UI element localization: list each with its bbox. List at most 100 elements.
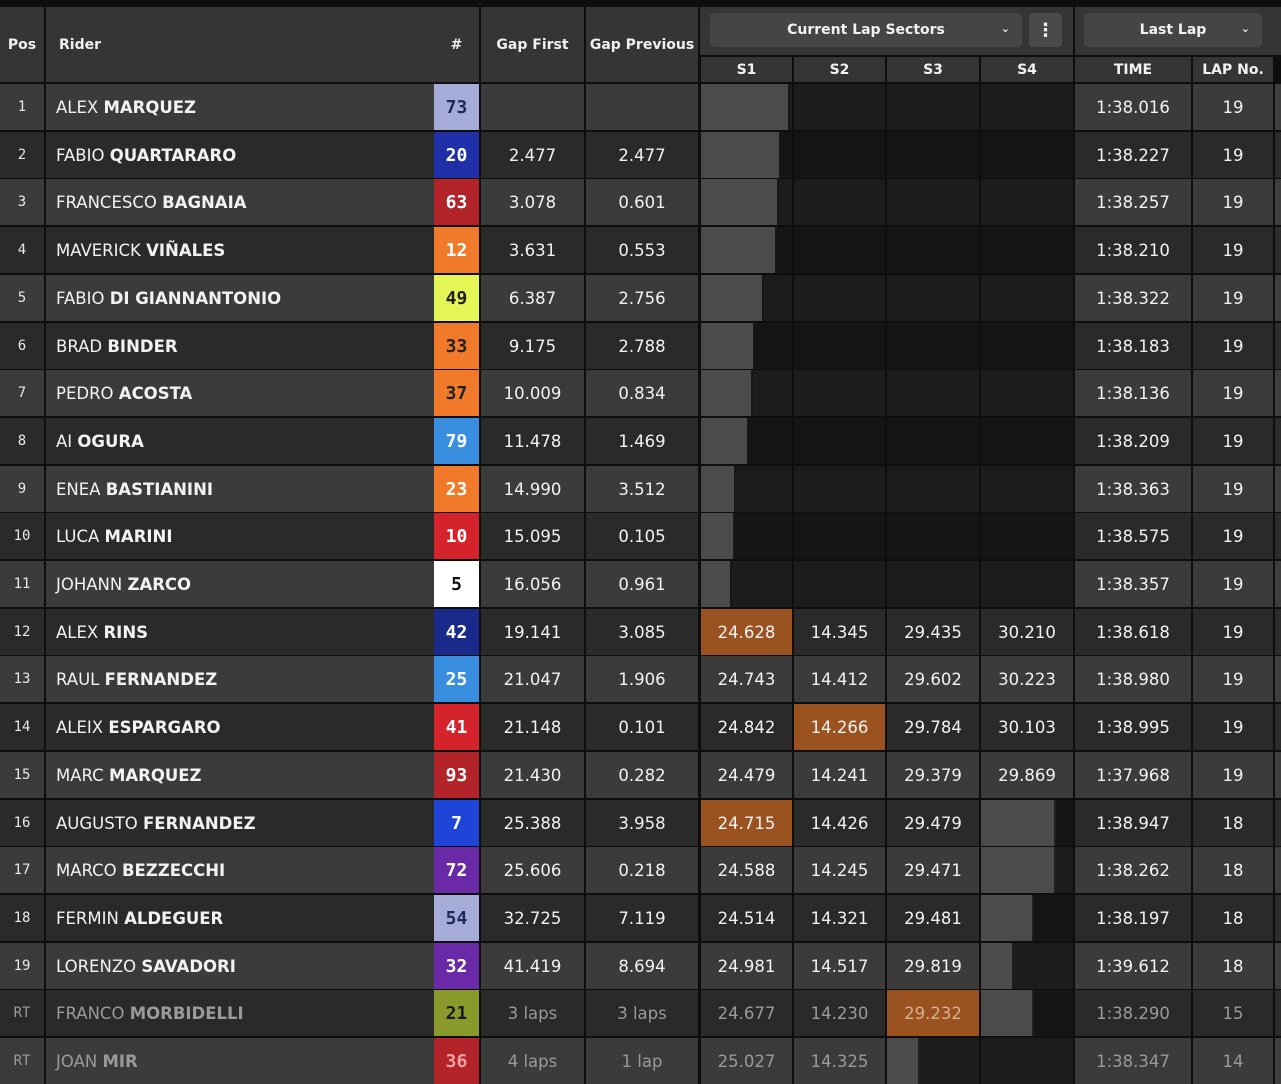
lap-number: 14 <box>1193 1038 1273 1084</box>
rider-name[interactable]: MARCO BEZZECCHI <box>46 847 434 893</box>
rider-name[interactable]: FRANCESCO BAGNAIA <box>46 179 434 225</box>
rider-name[interactable]: ALEX RINS <box>46 609 434 655</box>
sector-2-cell <box>794 179 885 225</box>
rider-name[interactable]: JOAN MIR <box>46 1038 434 1084</box>
rider-first-name: AUGUSTO <box>56 813 138 833</box>
rider-first-name: ENEA <box>56 479 101 499</box>
last-lap-time: 1:38.575 <box>1075 513 1191 559</box>
row-edge <box>1275 1038 1281 1084</box>
sector-4-time <box>981 895 1073 941</box>
rider-last-name: MARQUEZ <box>103 97 197 117</box>
rider-number-badge: 63 <box>434 179 479 225</box>
sector-4-time: 29.869 <box>981 752 1073 798</box>
rider-name[interactable]: LORENZO SAVADORI <box>46 943 434 989</box>
gap-previous: 0.601 <box>586 179 698 225</box>
sector-2-time: 14.241 <box>794 752 885 798</box>
sector-2-cell <box>794 323 885 369</box>
row-edge <box>1275 466 1281 512</box>
rider-name[interactable]: ALEX MARQUEZ <box>46 84 434 130</box>
lap-progress-bar <box>701 275 764 321</box>
rider-name[interactable]: PEDRO ACOSTA <box>46 370 434 416</box>
sector-4-cell <box>981 418 1073 464</box>
last-lap-dropdown[interactable]: Last Lap ⌄ <box>1084 13 1262 47</box>
sector-progress-bar <box>981 800 1056 846</box>
gap-previous: 3 laps <box>586 990 698 1036</box>
rider-name[interactable]: BRAD BINDER <box>46 323 434 369</box>
rider-number-badge: 73 <box>434 84 479 130</box>
row-edge <box>1275 943 1281 989</box>
sector-2-time: 14.426 <box>794 800 885 846</box>
position-cell: 6 <box>0 323 44 369</box>
last-lap-time: 1:38.347 <box>1075 1038 1191 1084</box>
current-lap-sectors-dropdown[interactable]: Current Lap Sectors ⌄ <box>710 13 1022 47</box>
header-pos: Pos <box>0 7 44 82</box>
lap-number: 19 <box>1193 418 1273 464</box>
gap-first: 4 laps <box>481 1038 584 1084</box>
sector-3-time: 29.784 <box>887 704 979 750</box>
rider-name[interactable]: LUCA MARINI <box>46 513 434 559</box>
position-cell: 13 <box>0 656 44 702</box>
rider-name[interactable]: FABIO QUARTARARO <box>46 132 434 178</box>
rider-name[interactable]: AI OGURA <box>46 418 434 464</box>
sector-3-time <box>887 1038 979 1084</box>
rider-name[interactable]: ALEIX ESPARGARO <box>46 704 434 750</box>
gap-first: 3.631 <box>481 227 584 273</box>
lap-progress-bar <box>701 323 755 369</box>
rider-number-badge: 23 <box>434 466 479 512</box>
row-edge <box>1275 895 1281 941</box>
rider-name[interactable]: FERMIN ALDEGUER <box>46 895 434 941</box>
row-edge <box>1275 132 1281 178</box>
sector-4-cell <box>981 466 1073 512</box>
gap-previous: 1 lap <box>586 1038 698 1084</box>
sector-3-cell <box>887 132 979 178</box>
rider-name[interactable]: RAUL FERNANDEZ <box>46 656 434 702</box>
sector-3-time: 29.435 <box>887 609 979 655</box>
last-lap-time: 1:38.227 <box>1075 132 1191 178</box>
row-edge <box>1275 84 1281 130</box>
gap-first: 21.047 <box>481 656 584 702</box>
gap-previous: 1.906 <box>586 656 698 702</box>
last-lap-time: 1:38.995 <box>1075 704 1191 750</box>
rider-last-name: BASTIANINI <box>105 479 214 499</box>
last-lap-time: 1:38.290 <box>1075 990 1191 1036</box>
row-edge <box>1275 704 1281 750</box>
gap-first: 25.606 <box>481 847 584 893</box>
rider-name[interactable]: FABIO DI GIANNANTONIO <box>46 275 434 321</box>
header-s2: S2 <box>794 57 885 82</box>
sector-3-time: 29.481 <box>887 895 979 941</box>
rider-last-name: FERNANDEZ <box>143 813 256 833</box>
header-gap-previous: Gap Previous <box>586 7 698 82</box>
sector-3-cell <box>887 418 979 464</box>
sector-3-time: 29.602 <box>887 656 979 702</box>
rider-name[interactable]: JOHANN ZARCO <box>46 561 434 607</box>
header-time: TIME <box>1075 57 1191 82</box>
more-options-icon[interactable]: ⋮ <box>1029 13 1062 47</box>
lap-progress-bar <box>701 561 732 607</box>
gap-first: 14.990 <box>481 466 584 512</box>
rider-name[interactable]: ENEA BASTIANINI <box>46 466 434 512</box>
rider-name[interactable]: MAVERICK VIÑALES <box>46 227 434 273</box>
sector-2-time: 14.325 <box>794 1038 885 1084</box>
gap-first <box>481 84 584 130</box>
rider-last-name: SAVADORI <box>141 956 236 976</box>
sector-1-time: 24.479 <box>701 752 792 798</box>
rider-name[interactable]: MARC MARQUEZ <box>46 752 434 798</box>
sector-4-time <box>981 1038 1073 1084</box>
rider-last-name: BINDER <box>107 336 178 356</box>
row-edge <box>1275 656 1281 702</box>
rider-first-name: FRANCESCO <box>56 192 157 212</box>
rider-first-name: ALEIX <box>56 717 104 737</box>
rider-first-name: FABIO <box>56 288 105 308</box>
live-timing-board: Pos Rider # Gap First Gap Previous Curre… <box>0 0 1281 1084</box>
gap-previous: 1.469 <box>586 418 698 464</box>
row-edge <box>1275 370 1281 416</box>
rider-last-name: OGURA <box>77 431 144 451</box>
rider-last-name: BEZZECCHI <box>121 860 226 880</box>
rider-name[interactable]: AUGUSTO FERNANDEZ <box>46 800 434 846</box>
sector-4-cell <box>981 132 1073 178</box>
rider-name[interactable]: FRANCO MORBIDELLI <box>46 990 434 1036</box>
sector-4-time <box>981 943 1073 989</box>
gap-previous: 2.756 <box>586 275 698 321</box>
sector-4-cell <box>981 84 1073 130</box>
rider-first-name: ALEX <box>56 97 99 117</box>
